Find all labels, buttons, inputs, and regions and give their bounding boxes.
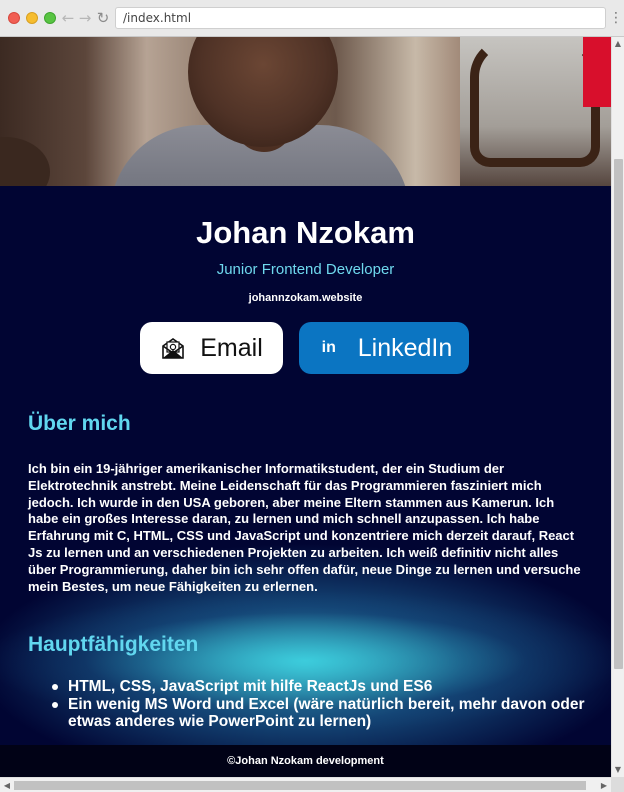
profile-website[interactable]: johannzokam.website [0,292,611,304]
profile-name: Johan Nzokam [196,215,415,250]
footer: ©Johan Nzokam development [0,745,611,777]
about-text: Ich bin ein 19-jähriger amerikanischer I… [28,461,581,594]
list-item: Ein wenig MS Word und Excel (wäre natürl… [52,696,588,731]
scroll-up-icon[interactable]: ▲ [612,38,624,50]
profile-role: Junior Frontend Developer [216,261,395,278]
close-window-button[interactable] [8,12,20,24]
envelope-icon [160,335,186,361]
back-arrow-icon[interactable]: ← [60,9,76,27]
horizontal-scrollbar[interactable]: ◀ ▶ [0,777,624,792]
email-button-label: Email [200,333,263,362]
skills-heading: Hauptfähigkeiten [28,633,199,656]
horizontal-scroll-thumb[interactable] [14,781,586,790]
vertical-scroll-thumb[interactable] [614,159,623,669]
scroll-left-icon[interactable]: ◀ [1,778,13,792]
about-heading: Über mich [28,412,131,435]
scroll-down-icon[interactable]: ▼ [612,764,624,776]
maximize-window-button[interactable] [44,12,56,24]
linkedin-button[interactable]: in LinkedIn [299,322,469,374]
email-button[interactable]: Email [140,322,283,374]
linkedin-icon: in [321,339,336,356]
scroll-right-icon[interactable]: ▶ [598,778,610,792]
page-viewport: Johan Nzokam Junior Frontend Developer j… [0,37,611,777]
address-bar[interactable]: /index.html [115,7,606,29]
browser-toolbar: ← → ↻ /index.html ⋮ [0,0,624,37]
linkedin-button-label: LinkedIn [357,333,453,362]
browser-menu-icon[interactable]: ⋮ [609,9,623,27]
profile-photo [0,37,611,186]
skills-list: HTML, CSS, JavaScript mit hilfe ReactJs … [52,678,588,731]
vertical-scrollbar[interactable]: ▲ ▼ [611,37,624,777]
forward-arrow-icon[interactable]: → [77,9,93,27]
reload-icon[interactable]: ↻ [95,9,111,27]
list-item: HTML, CSS, JavaScript mit hilfe ReactJs … [52,678,588,696]
minimize-window-button[interactable] [26,12,38,24]
